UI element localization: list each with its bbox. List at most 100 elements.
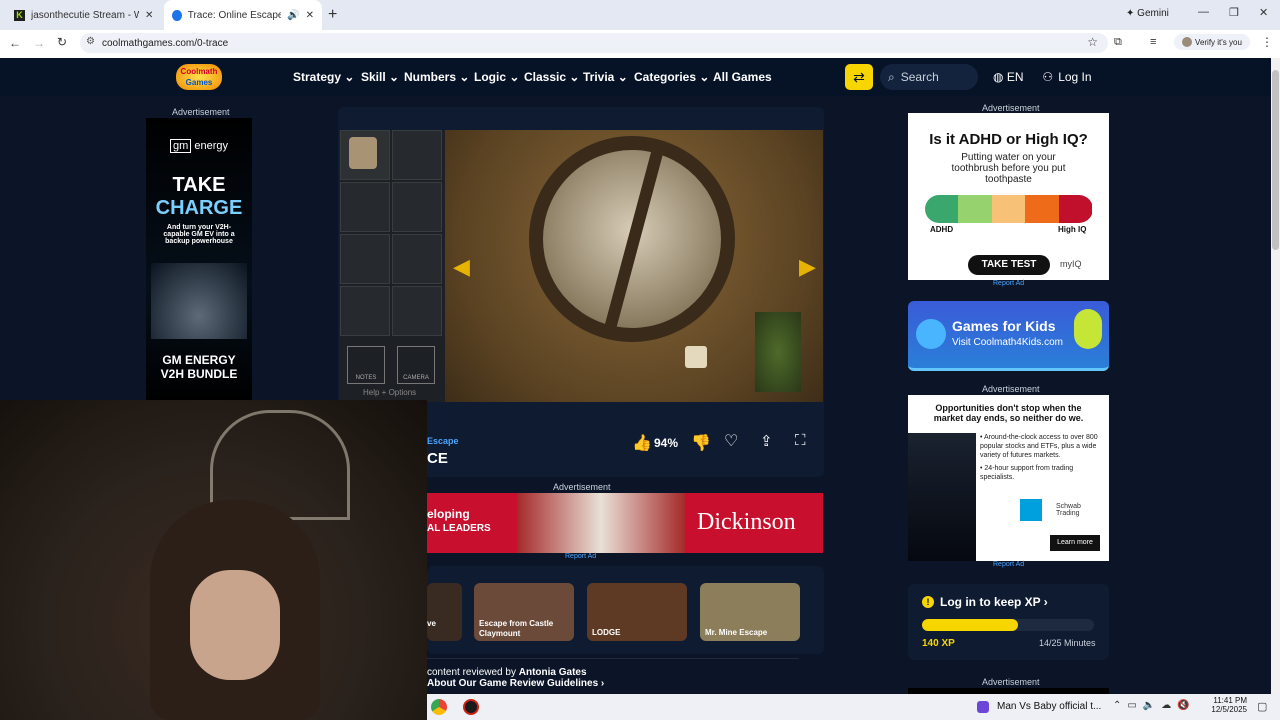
- close-tab-icon[interactable]: ✕: [306, 10, 314, 21]
- ad-label: Advertisement: [172, 107, 230, 117]
- back-icon[interactable]: ←: [9, 36, 21, 50]
- xp-amount: 140 XP: [922, 638, 955, 649]
- minimize-icon[interactable]: —: [1198, 6, 1209, 18]
- cast-icon[interactable]: ⧉: [1114, 36, 1122, 49]
- report-ad-link[interactable]: Report Ad: [565, 553, 596, 560]
- iq-scale: [924, 195, 1093, 223]
- thumbs-up-icon[interactable]: 👍: [632, 433, 652, 453]
- review-guidelines-link[interactable]: About Our Game Review Guidelines ›: [427, 678, 799, 689]
- forward-icon[interactable]: →: [33, 36, 45, 50]
- schwab-ad[interactable]: Opportunities don't stop when the market…: [908, 395, 1109, 561]
- octopus-mascot: [916, 319, 946, 349]
- right-arrow-icon[interactable]: ▶: [799, 254, 816, 280]
- inventory-slot[interactable]: [392, 182, 442, 232]
- rating-percent: 94%: [654, 436, 679, 450]
- related-game-card[interactable]: Mr. Mine Escape: [700, 583, 800, 641]
- share-icon[interactable]: ⇪: [760, 432, 773, 450]
- system-tray-icons[interactable]: ⌃▭🔈☁🔇: [1113, 700, 1196, 711]
- city-skyline-image: [908, 433, 976, 561]
- menu-categories[interactable]: Categories ⌄: [634, 70, 709, 84]
- bookmark-star-icon[interactable]: ☆: [1087, 35, 1098, 49]
- browser-tab-bar: K jasonthecutie Stream - Watch L ✕ Trace…: [0, 0, 1280, 30]
- inventory-slot[interactable]: [340, 286, 390, 336]
- iq-ad[interactable]: Is it ADHD or High IQ? Putting water on …: [908, 113, 1109, 280]
- thumbs-down-icon[interactable]: 👎: [691, 433, 711, 453]
- reload-icon[interactable]: ↻: [57, 35, 67, 49]
- inventory-slot-pottery[interactable]: [340, 130, 390, 180]
- menu-skill[interactable]: Skill ⌄: [361, 70, 399, 84]
- restore-icon[interactable]: ❐: [1229, 6, 1239, 19]
- report-ad-link[interactable]: Report Ad: [993, 280, 1024, 287]
- tab-stream[interactable]: K jasonthecutie Stream - Watch L ✕: [6, 0, 164, 30]
- menu-trivia[interactable]: Trivia ⌄: [583, 70, 628, 84]
- menu-strategy[interactable]: Strategy ⌄: [293, 70, 354, 84]
- menu-all-games[interactable]: All Games: [713, 70, 772, 84]
- search-input[interactable]: ⌕ Search: [880, 64, 978, 90]
- fullscreen-icon[interactable]: ⛶: [795, 432, 806, 449]
- clock[interactable]: 11:41 PM 12/5/2025: [1207, 696, 1247, 714]
- webcam-overlay: [0, 400, 427, 720]
- gemini-button[interactable]: ✦ Gemini: [1126, 8, 1169, 19]
- game-scene[interactable]: ◀ ▶: [445, 130, 823, 402]
- menu-logic[interactable]: Logic ⌄: [474, 70, 519, 84]
- tab-trace[interactable]: Trace: Online Escape Room 🔊 ✕: [164, 0, 322, 30]
- inventory-slot[interactable]: [340, 182, 390, 232]
- left-ad[interactable]: gm energy TAKE CHARGE And turn your V2H-…: [146, 118, 252, 400]
- review-author: Antonia Gates: [518, 667, 587, 678]
- help-options-link[interactable]: Help + Options: [363, 388, 416, 397]
- coolmath-logo[interactable]: Coolmath Games: [176, 64, 222, 90]
- game-category-link[interactable]: Escape: [427, 436, 459, 446]
- game-title: CE: [427, 450, 448, 467]
- learn-more-button[interactable]: Learn more: [1050, 535, 1100, 551]
- verify-profile-button[interactable]: Verify it's you: [1174, 34, 1250, 50]
- games-for-kids-banner[interactable]: Games for Kids Visit Coolmath4Kids.com: [908, 301, 1109, 371]
- inventory-slot[interactable]: [392, 286, 442, 336]
- new-tab-button[interactable]: +: [328, 6, 337, 24]
- car-image: [151, 263, 247, 339]
- login-keep-xp-link[interactable]: Log in to keep XP ›: [940, 595, 1048, 609]
- camera-button[interactable]: CAMERA: [397, 346, 435, 384]
- take-test-button[interactable]: TAKE TEST: [968, 255, 1050, 275]
- taskbar: Man Vs Baby official t... ⌃▭🔈☁🔇 11:41 PM…: [427, 694, 1280, 720]
- media-app-icon: [977, 701, 989, 713]
- inventory-slot[interactable]: [392, 234, 442, 284]
- close-window-icon[interactable]: ✕: [1259, 6, 1268, 19]
- scrollbar-thumb[interactable]: [1272, 70, 1279, 250]
- menu-classic[interactable]: Classic ⌄: [524, 70, 579, 84]
- xp-panel: ! Log in to keep XP › 140 XP 14/25 Minut…: [908, 584, 1109, 660]
- shuffle-icon[interactable]: ⇄: [845, 64, 873, 90]
- notes-button[interactable]: NOTES: [347, 346, 385, 384]
- plant[interactable]: [755, 312, 801, 392]
- chrome-icon[interactable]: [431, 699, 447, 715]
- speaker-icon[interactable]: 🔊: [287, 10, 299, 21]
- menu-numbers[interactable]: Numbers ⌄: [404, 70, 469, 84]
- left-arrow-icon[interactable]: ◀: [453, 254, 470, 280]
- now-playing[interactable]: Man Vs Baby official t...: [997, 701, 1101, 712]
- more-menu-icon[interactable]: ⋮: [1261, 35, 1273, 49]
- note-paper[interactable]: [685, 346, 707, 368]
- login-button[interactable]: ⚇ Log In: [1037, 64, 1097, 90]
- related-game-card[interactable]: ve: [427, 583, 462, 641]
- inventory-panel: NOTES CAMERA Help + Options: [339, 130, 445, 402]
- inventory-slot[interactable]: [340, 234, 390, 284]
- user-icon: ⚇: [1042, 70, 1054, 84]
- ad-label: Advertisement: [553, 482, 611, 492]
- related-game-card[interactable]: LODGE: [587, 583, 687, 641]
- dickinson-ad[interactable]: eloping AL LEADERS Dickinson: [427, 493, 823, 553]
- charles-schwab-logo: [1020, 499, 1042, 521]
- globe-icon: ◍: [993, 70, 1004, 84]
- inventory-slot[interactable]: [392, 130, 442, 180]
- language-button[interactable]: ◍ EN: [993, 70, 1024, 84]
- site-info-icon[interactable]: ⚙: [86, 36, 95, 47]
- media-control-icon[interactable]: ≡: [1150, 36, 1156, 48]
- related-game-card[interactable]: Escape from Castle Claymount: [474, 583, 574, 641]
- scrollbar[interactable]: [1271, 58, 1280, 694]
- close-tab-icon[interactable]: ✕: [145, 10, 153, 21]
- ad-label: Advertisement: [982, 103, 1040, 113]
- notification-icon[interactable]: ▢: [1257, 700, 1267, 713]
- heart-icon[interactable]: ♡: [724, 431, 738, 451]
- obs-icon[interactable]: [463, 699, 479, 715]
- report-ad-link[interactable]: Report Ad: [993, 561, 1024, 568]
- url-field[interactable]: ⚙ coolmathgames.com/0-trace ☆: [80, 33, 1108, 53]
- xp-minutes: 14/25 Minutes: [1039, 638, 1096, 648]
